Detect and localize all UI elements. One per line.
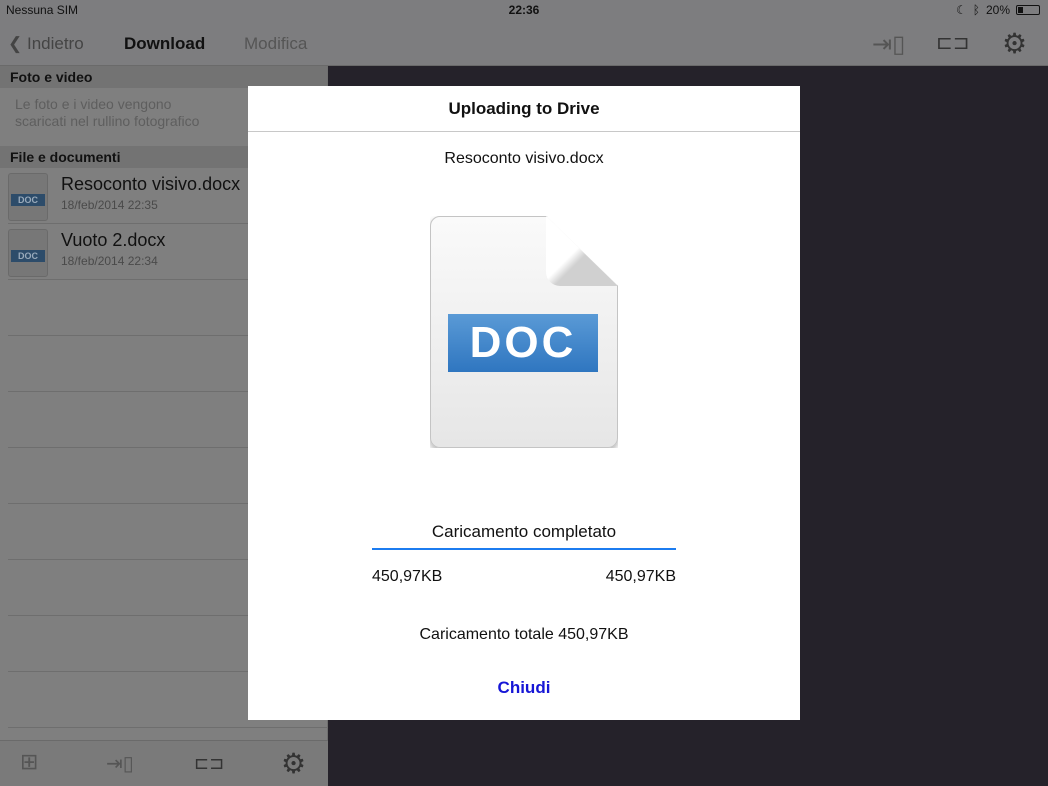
gear-icon[interactable]: ⚙ [1002,27,1027,60]
bluetooth-icon: ᛒ [972,3,980,17]
usb-upload-icon[interactable]: ⊏⊐ [194,753,224,774]
close-button[interactable]: Chiudi [248,678,800,698]
doc-file-icon: DOC [8,229,48,277]
edit-button[interactable]: Modifica [244,34,307,54]
progress-bar [372,548,676,550]
bottom-toolbar: ⊞ ⇥▯ ⊏⊐ ⚙ [0,740,328,786]
upload-filename: Resoconto visivo.docx [444,150,604,167]
uploaded-size: 450,97KB [372,568,443,585]
grid-icon[interactable]: ⊞ [20,749,38,775]
upload-status: Caricamento completato [431,522,617,541]
file-name: Vuoto 2.docx [61,230,166,250]
moon-icon: ☾ [956,3,967,17]
status-bar: Nessuna SIM 22:36 ☾ ᛒ 20% [0,0,1048,20]
section-header-photos: Foto e video [0,66,327,88]
clock: 22:36 [508,3,540,17]
doc-label: DOC [448,314,598,372]
usb-upload-icon[interactable]: ⊏⊐ [936,30,970,55]
gear-icon[interactable]: ⚙ [281,747,306,780]
upload-dialog: Uploading to Drive Resoconto visivo.docx… [248,86,800,720]
battery-percent: 20% [985,3,1010,17]
file-date: 18/feb/2014 22:35 [61,198,158,212]
dialog-title: Uploading to Drive [248,86,800,132]
battery-icon [1016,5,1040,15]
file-date: 18/feb/2014 22:34 [61,254,158,268]
back-button[interactable]: ❮ Indietro [8,34,84,54]
import-icon[interactable]: ⇥▯ [872,30,905,59]
doc-file-icon: DOC [8,173,48,221]
file-size: 450,97KB [605,568,676,585]
total-upload: Caricamento totale 450,97KB [419,626,629,643]
import-icon[interactable]: ⇥▯ [106,751,134,776]
nav-title: Download [124,34,206,53]
file-name: Resoconto visivo.docx [61,174,241,194]
nav-bar: ❮ Indietro Download Modifica [0,20,328,66]
